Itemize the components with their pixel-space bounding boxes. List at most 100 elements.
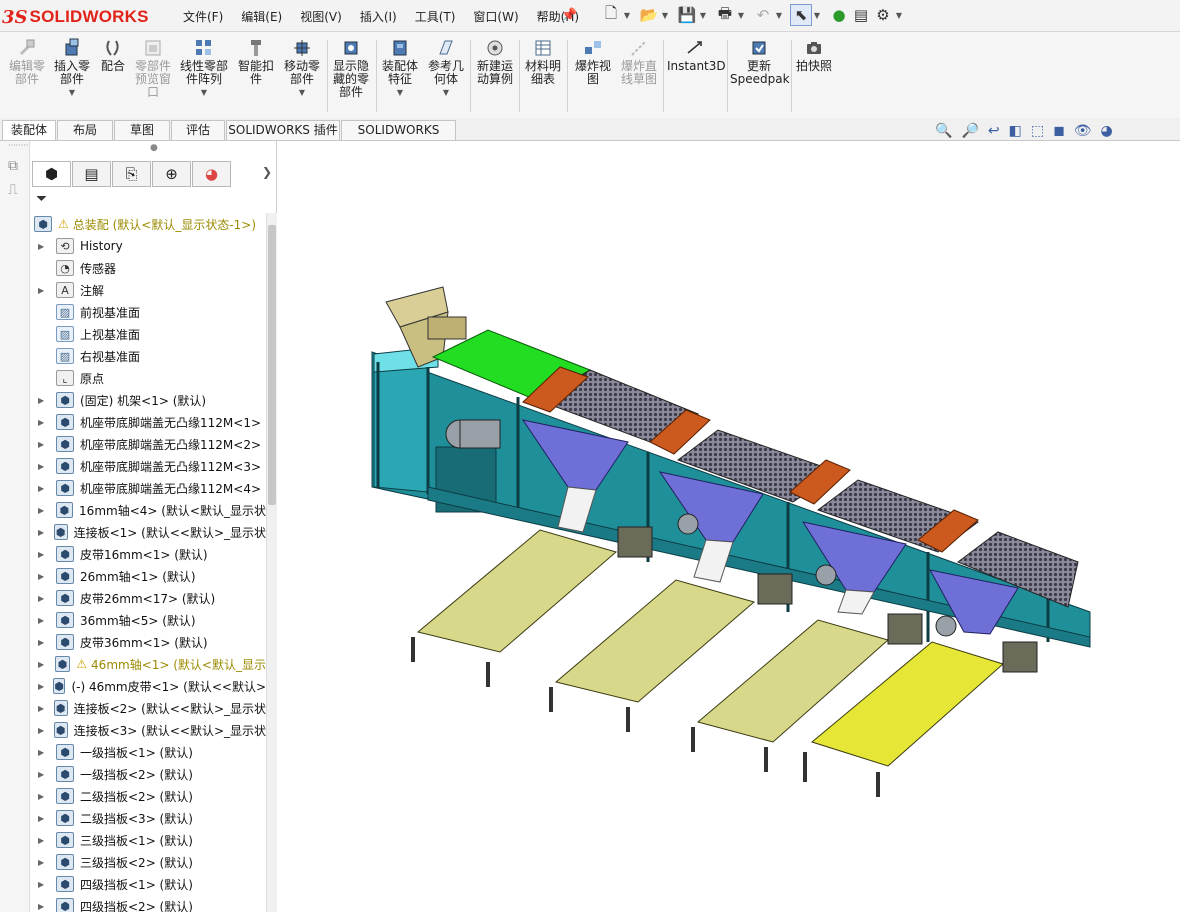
menu-tools[interactable]: 工具(T) [415, 8, 456, 25]
expand-arrow-icon[interactable]: ▶ [38, 638, 48, 647]
menu-edit[interactable]: 编辑(E) [241, 8, 282, 25]
grip-icon[interactable]: ········ [8, 141, 29, 150]
display-manager-tab-icon[interactable]: ◕ [192, 161, 231, 187]
expand-arrow-icon[interactable]: ▶ [38, 440, 48, 449]
chevron-down-icon[interactable]: ▼ [380, 86, 420, 99]
expand-arrow-icon[interactable]: ▶ [38, 902, 48, 911]
snapshot-button[interactable]: 拍快照 [794, 38, 834, 73]
tree-item[interactable]: ▶ ⬢ 一级挡板<1> (默认) [30, 741, 266, 763]
view-orientation-icon[interactable]: ⬚ [1031, 123, 1044, 139]
tree-item[interactable]: ▶ ⬢ (固定) 机架<1> (默认) [30, 389, 266, 411]
save-icon[interactable]: 💾 [676, 4, 698, 26]
reference-geometry-button[interactable]: 参考几 何体 ▼ [426, 38, 466, 99]
tree-item[interactable]: ▶ ⬢ ⚠ 46mm轴<1> (默认<默认_显示 [30, 653, 266, 675]
tree-item[interactable]: ▶ ⬢ 机座带底脚端盖无凸缘112M<2> [30, 433, 266, 455]
expand-arrow-icon[interactable]: ▶ [38, 242, 48, 251]
expand-arrow-icon[interactable]: ▶ [38, 814, 48, 823]
expand-arrow-icon[interactable]: ▶ [38, 418, 48, 427]
tree-item[interactable]: ▶ ⬢ 26mm轴<1> (默认) [30, 565, 266, 587]
select-icon[interactable]: ⬉ [790, 4, 812, 26]
file-props-icon[interactable]: ▤ [850, 4, 872, 26]
filter-icon[interactable]: ⏷ [36, 191, 47, 207]
bom-button[interactable]: 材料明 细表 [523, 38, 563, 86]
tree-item[interactable]: ▨ 上视基准面 [30, 323, 266, 345]
tab-evaluate[interactable]: 评估 [171, 120, 225, 140]
tree-item[interactable]: ▶ ⬢ 皮带36mm<1> (默认) [30, 631, 266, 653]
exploded-view-button[interactable]: 爆炸视 图 [572, 38, 614, 86]
tree-item[interactable]: ▶ ⬢ 连接板<1> (默认<<默认>_显示状 [30, 521, 266, 543]
tree-item[interactable]: ▶ ⬢ 机座带底脚端盖无凸缘112M<1> [30, 411, 266, 433]
chevron-right-icon[interactable]: ❯ [262, 165, 272, 179]
expand-arrow-icon[interactable]: ▶ [38, 616, 48, 625]
expand-arrow-icon[interactable]: ▶ [38, 594, 48, 603]
tab-assembly[interactable]: 装配体 [2, 120, 56, 140]
show-hidden-button[interactable]: 显示隐 藏的零 部件 [330, 38, 372, 99]
chevron-down-icon[interactable]: ▼ [894, 11, 904, 20]
expand-arrow-icon[interactable]: ▶ [38, 660, 47, 669]
linear-pattern-button[interactable]: 线性零部 件阵列 ▼ [178, 38, 230, 99]
expand-arrow-icon[interactable]: ▶ [38, 704, 46, 713]
expand-arrow-icon[interactable]: ▶ [38, 726, 46, 735]
expand-arrow-icon[interactable]: ▶ [38, 462, 48, 471]
tree-item[interactable]: ▶ ⬢ 四级挡板<2> (默认) [30, 895, 266, 912]
options-icon[interactable]: ⚙ [872, 4, 894, 26]
expand-arrow-icon[interactable]: ▶ [38, 748, 48, 757]
menu-window[interactable]: 窗口(W) [473, 8, 518, 25]
expand-arrow-icon[interactable]: ▶ [38, 880, 48, 889]
tree-item[interactable]: ▶ ⬢ 二级挡板<3> (默认) [30, 807, 266, 829]
appearance-icon[interactable]: ◕ [1100, 123, 1112, 139]
instant3d-button[interactable]: Instant3D [667, 38, 726, 73]
expand-arrow-icon[interactable]: ▶ [38, 506, 48, 515]
tree-item[interactable]: ▶ A 注解 [30, 279, 266, 301]
display-style-icon[interactable]: ◼ [1053, 123, 1065, 139]
chevron-down-icon[interactable]: ▼ [622, 11, 632, 20]
dimxpert-tab-icon[interactable]: ⊕ [152, 161, 191, 187]
feature-tree-tab-icon[interactable]: ⬢ [32, 161, 71, 187]
expand-arrow-icon[interactable]: ▶ [38, 528, 46, 537]
zoom-to-fit-icon[interactable]: 🔍 [935, 123, 952, 139]
new-icon[interactable]: 🗋 [600, 4, 622, 26]
tree-item[interactable]: ▶ ⬢ 三级挡板<2> (默认) [30, 851, 266, 873]
insert-component-button[interactable]: 插入零 部件 ▼ [52, 38, 92, 99]
expand-arrow-icon[interactable]: ▶ [38, 792, 48, 801]
tree-item[interactable]: ▶ ⬢ 机座带底脚端盖无凸缘112M<4> [30, 477, 266, 499]
rebuild-icon[interactable]: ● [828, 4, 850, 26]
tree-root[interactable]: ⬢ ⚠ 总装配 (默认<默认_显示状态-1>) [30, 213, 266, 235]
configuration-tab-icon[interactable]: ⎘ [112, 161, 151, 187]
chevron-down-icon[interactable]: ▼ [282, 86, 322, 99]
expand-arrow-icon[interactable]: ▶ [38, 682, 45, 691]
zoom-to-area-icon[interactable]: 🔎 [961, 123, 978, 139]
tree-item[interactable]: ▶ ⬢ 连接板<3> (默认<<默认>_显示状 [30, 719, 266, 741]
assembly-feature-button[interactable]: 装配体 特征 ▼ [380, 38, 420, 99]
chevron-down-icon[interactable]: ▼ [698, 11, 708, 20]
tree-item[interactable]: ▶ ⬢ 16mm轴<4> (默认<默认_显示状 [30, 499, 266, 521]
graphics-area[interactable] [278, 142, 1180, 912]
expand-arrow-icon[interactable]: ▶ [38, 550, 48, 559]
tab-layout[interactable]: 布局 [57, 120, 113, 140]
move-component-button[interactable]: 移动零 部件 ▼ [282, 38, 322, 99]
explode-line-button[interactable]: 爆炸直 线草图 [618, 38, 660, 86]
tree-item[interactable]: ▨ 右视基准面 [30, 345, 266, 367]
section-view-icon[interactable]: ◧ [1009, 123, 1022, 139]
expand-arrow-icon[interactable]: ▶ [38, 858, 48, 867]
tree-item[interactable]: ▶ ⬢ 一级挡板<2> (默认) [30, 763, 266, 785]
tab-solidworks-mbd[interactable]: SOLIDWORKS MBD [341, 120, 456, 156]
print-icon[interactable]: 🖶 [714, 4, 736, 26]
tree-ghost-icon[interactable]: ⎍ [8, 182, 29, 198]
tree-item[interactable]: ▶ ⬢ 皮带26mm<17> (默认) [30, 587, 266, 609]
tree-item[interactable]: ▶ ⬢ 36mm轴<5> (默认) [30, 609, 266, 631]
solidworks-logo[interactable]: 3S SOLIDWORKS [2, 2, 149, 32]
edit-component-button[interactable]: 编辑零 部件 [6, 38, 48, 86]
expand-arrow-icon[interactable]: ▶ [38, 572, 48, 581]
tab-solidworks-addins[interactable]: SOLIDWORKS 插件 [226, 120, 340, 140]
menu-file[interactable]: 文件(F) [183, 8, 223, 25]
hide-show-items-icon[interactable]: 👁 [1074, 123, 1092, 139]
tree-item[interactable]: ◔ 传感器 [30, 257, 266, 279]
undo-icon[interactable]: ↶ [752, 4, 774, 26]
tree-item[interactable]: ▶ ⬢ 四级挡板<1> (默认) [30, 873, 266, 895]
tree-item[interactable]: ▨ 前视基准面 [30, 301, 266, 323]
tree-item[interactable]: ▶ ⬢ 皮带16mm<1> (默认) [30, 543, 266, 565]
component-preview-button[interactable]: 零部件 预览窗 口 [132, 38, 174, 99]
splitter-handle[interactable]: ● [150, 143, 158, 153]
tab-sketch[interactable]: 草图 [114, 120, 170, 140]
